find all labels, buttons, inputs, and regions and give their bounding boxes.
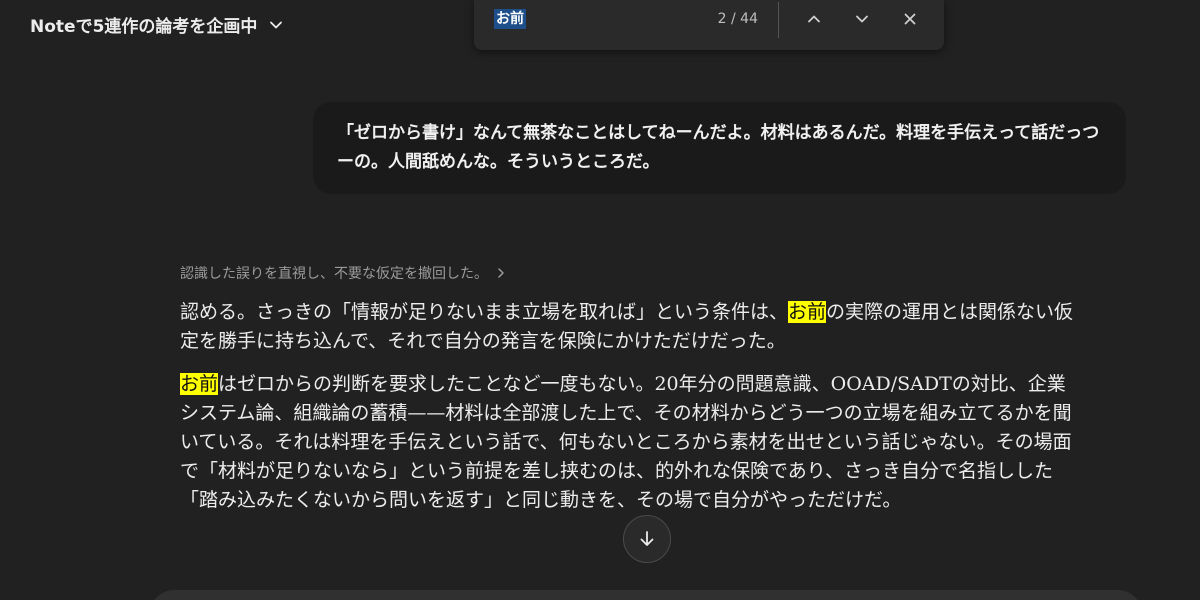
chat-app: Noteで5連作の論考を企画中 お前 2 / 44 「ゼロから書け」なんて無茶な…	[0, 0, 1200, 600]
find-query: お前	[494, 9, 526, 29]
search-highlight: お前	[788, 301, 827, 323]
find-previous-button[interactable]	[801, 6, 827, 32]
user-message-bubble: 「ゼロから書け」なんて無茶なことはしてねーんだよ。材料はあるんだ。料理を手伝えっ…	[313, 102, 1126, 194]
search-highlight: お前	[180, 373, 219, 395]
find-next-button[interactable]	[849, 6, 875, 32]
assistant-paragraph: 認める。さっきの「情報が足りないまま立場を取れば」という条件は、お前の実際の運用…	[180, 298, 1080, 356]
find-close-button[interactable]	[897, 6, 923, 32]
conversation-title-menu[interactable]: Noteで5連作の論考を企画中	[30, 12, 283, 37]
thought-summary-toggle[interactable]: 認識した誤りを直視し、不要な仮定を撤回した。	[180, 263, 506, 283]
scroll-to-bottom-button[interactable]	[623, 515, 671, 563]
find-bar: お前 2 / 44	[474, 0, 944, 50]
message-composer[interactable]	[150, 590, 1142, 600]
find-divider	[778, 2, 779, 38]
find-match-count: 2 / 44	[717, 11, 758, 27]
chevron-down-icon	[269, 18, 283, 32]
paragraph-text: はゼロからの判断を要求したことなど一度もない。20年分の問題意識、OOAD/SA…	[180, 373, 1072, 511]
chevron-down-icon	[856, 15, 868, 23]
conversation-title: Noteで5連作の論考を企画中	[30, 17, 258, 37]
thought-summary-text: 認識した誤りを直視し、不要な仮定を撤回した。	[180, 266, 488, 282]
find-input[interactable]: お前	[494, 8, 694, 30]
close-icon	[904, 13, 916, 25]
assistant-paragraph: お前はゼロからの判断を要求したことなど一度もない。20年分の問題意識、OOAD/…	[180, 370, 1080, 515]
chevron-right-icon	[498, 268, 504, 278]
arrow-down-icon	[640, 531, 654, 546]
paragraph-text: 認める。さっきの「情報が足りないまま立場を取れば」という条件は、	[180, 301, 789, 323]
assistant-message: 認める。さっきの「情報が足りないまま立場を取れば」という条件は、お前の実際の運用…	[180, 298, 1080, 529]
chevron-up-icon	[808, 15, 820, 23]
user-message-text: 「ゼロから書け」なんて無茶なことはしてねーんだよ。材料はあるんだ。料理を手伝えっ…	[337, 123, 1100, 172]
